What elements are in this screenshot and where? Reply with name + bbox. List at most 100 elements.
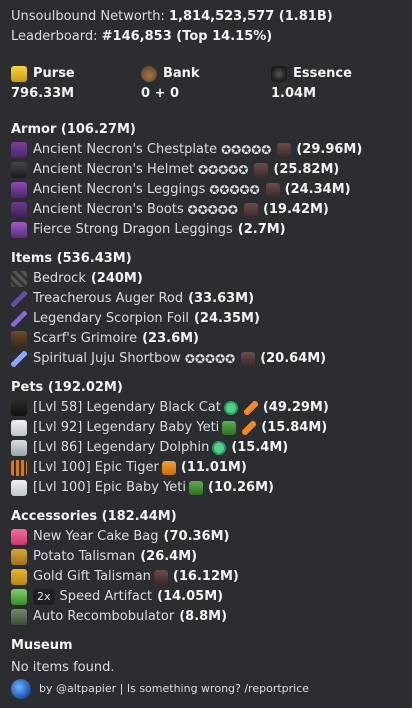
pet-item-icon (212, 441, 227, 455)
item-name: [Lvl 58] Legendary Black Cat (33, 400, 221, 415)
recomb-gem-icon (277, 143, 292, 157)
dolphin-icon (11, 440, 27, 456)
stars-icon: ✪✪✪✪✪ (187, 203, 238, 217)
baby-yeti-icon (11, 480, 27, 496)
gift-icon (11, 569, 27, 585)
item-price: (19.42M) (262, 202, 329, 217)
dragon-leggings-icon (11, 222, 27, 238)
fishing-rod-icon (11, 291, 27, 307)
carrot-icon (242, 421, 257, 435)
pet-item-icon (161, 461, 176, 475)
item-price: (15.4M) (231, 440, 289, 455)
item-name: Treacherous Auger Rod (33, 291, 184, 306)
museum-text: No items found. (11, 660, 115, 675)
list-item: Legendary Scorpion Foil (24.35M) (11, 309, 401, 329)
item-price: (70.36M) (163, 529, 230, 544)
item-name: Gold Gift Talisman (33, 569, 151, 584)
list-item: [Lvl 92] Legendary Baby Yeti (15.84M) (11, 418, 401, 438)
boots-icon (11, 202, 27, 218)
chestplate-icon (11, 142, 27, 158)
list-item: Potato Talisman (26.4M) (11, 547, 401, 567)
networth-value: 1,814,523,577 (1.81B) (169, 9, 333, 24)
essence-value: 1.04M (271, 86, 317, 101)
item-price: (26.4M) (140, 549, 198, 564)
leggings-icon (11, 182, 27, 198)
list-item: [Lvl 100] Epic Baby Yeti (10.26M) (11, 478, 401, 498)
gold-ingot-icon (11, 66, 27, 82)
bank-label: Bank (163, 66, 200, 81)
item-price: (2.7M) (237, 222, 286, 237)
money-bag-icon (141, 66, 157, 82)
recomb-gem-icon (265, 183, 280, 197)
speed-artifact-icon (11, 589, 27, 605)
item-price: (49.29M) (262, 400, 329, 415)
stars-icon: ✪✪✪✪✪ (221, 143, 272, 157)
item-price: (14.05M) (157, 589, 224, 604)
item-price: (240M) (90, 271, 143, 286)
accessories-title: Accessories (182.44M) (11, 509, 177, 524)
purse-field: Purse 796.33M (11, 64, 141, 104)
list-item: Ancient Necron's Helmet ✪✪✪✪✪ (25.82M) (11, 160, 401, 180)
item-name: Fierce Strong Dragon Leggings (33, 222, 233, 237)
grimoire-icon (11, 331, 27, 347)
essence-field: Essence 1.04M (271, 64, 401, 104)
list-item: [Lvl 86] Legendary Dolphin (15.4M) (11, 438, 401, 458)
item-name: Spiritual Juju Shortbow (33, 351, 181, 366)
networth-embed: Unsoulbound Networth: 1,814,523,577 (1.8… (0, 0, 412, 708)
list-item: New Year Cake Bag (70.36M) (11, 527, 401, 547)
recomb-gem-icon (241, 352, 256, 366)
stars-icon: ✪✪✪✪✪ (184, 352, 236, 366)
item-price: (25.82M) (273, 162, 340, 177)
stars-icon: ✪✪✪✪✪ (198, 163, 249, 177)
cake-bag-icon (11, 529, 27, 545)
helmet-icon (11, 162, 27, 178)
author-avatar (11, 679, 31, 699)
potato-talisman-icon (11, 549, 27, 565)
list-item: Ancient Necron's Leggings ✪✪✪✪✪ (24.34M) (11, 180, 401, 200)
item-name: [Lvl 100] Epic Baby Yeti (33, 480, 187, 495)
count-badge: 2x (33, 589, 55, 605)
bank-field: Bank 0 + 0 (141, 64, 271, 104)
list-item: Fierce Strong Dragon Leggings (2.7M) (11, 220, 401, 240)
item-name: Speed Artifact (59, 589, 153, 604)
item-name: Legendary Scorpion Foil (33, 311, 189, 326)
item-price: (24.34M) (284, 182, 351, 197)
item-price: (23.6M) (142, 331, 199, 346)
item-name: Bedrock (33, 271, 86, 286)
baby-yeti-icon (11, 420, 27, 436)
purse-label: Purse (33, 66, 75, 81)
carrot-icon (243, 401, 258, 415)
balances-row: Purse 796.33M Bank 0 + 0 Essence 1.04M (11, 64, 401, 104)
list-item: Ancient Necron's Chestplate ✪✪✪✪✪ (29.96M) (11, 140, 401, 160)
item-name: Ancient Necron's Chestplate (33, 142, 218, 157)
recomb-gem-icon (243, 203, 258, 217)
list-item: Spiritual Juju Shortbow ✪✪✪✪✪ (20.64M) (11, 349, 401, 369)
leaderboard-line: Leaderboard: #146,853 (Top 14.15%) (11, 27, 401, 47)
sword-icon (11, 311, 27, 327)
list-item: Bedrock (240M) (11, 269, 401, 289)
networth-label: Unsoulbound Networth: (11, 9, 165, 24)
armor-title: Armor (106.27M) (11, 122, 136, 137)
item-price: (29.96M) (296, 142, 363, 157)
item-price: (20.64M) (260, 351, 327, 366)
item-name: Ancient Necron's Helmet (33, 162, 195, 177)
item-price: (33.63M) (188, 291, 255, 306)
bedrock-icon (11, 271, 27, 287)
item-price: (8.8M) (179, 609, 228, 624)
museum-title: Museum (11, 638, 73, 653)
essence-label: Essence (293, 66, 352, 81)
item-name: Auto Recombobulator (33, 609, 175, 624)
pet-item-icon (222, 421, 237, 435)
wither-essence-icon (271, 66, 287, 82)
networth-line: Unsoulbound Networth: 1,814,523,577 (1.8… (11, 7, 401, 27)
item-name: [Lvl 86] Legendary Dolphin (33, 440, 210, 455)
list-item: Treacherous Auger Rod (33.63M) (11, 289, 401, 309)
list-item: [Lvl 100] Epic Tiger (11.01M) (11, 458, 401, 478)
recomb-gem-icon (254, 163, 269, 177)
stars-icon: ✪✪✪✪✪ (209, 183, 260, 197)
list-item: Scarf's Grimoire (23.6M) (11, 329, 401, 349)
item-price: (10.26M) (208, 480, 274, 495)
list-item: [Lvl 58] Legendary Black Cat (49.29M) (11, 398, 401, 418)
tiger-icon (11, 460, 27, 476)
item-name: New Year Cake Bag (33, 529, 159, 544)
